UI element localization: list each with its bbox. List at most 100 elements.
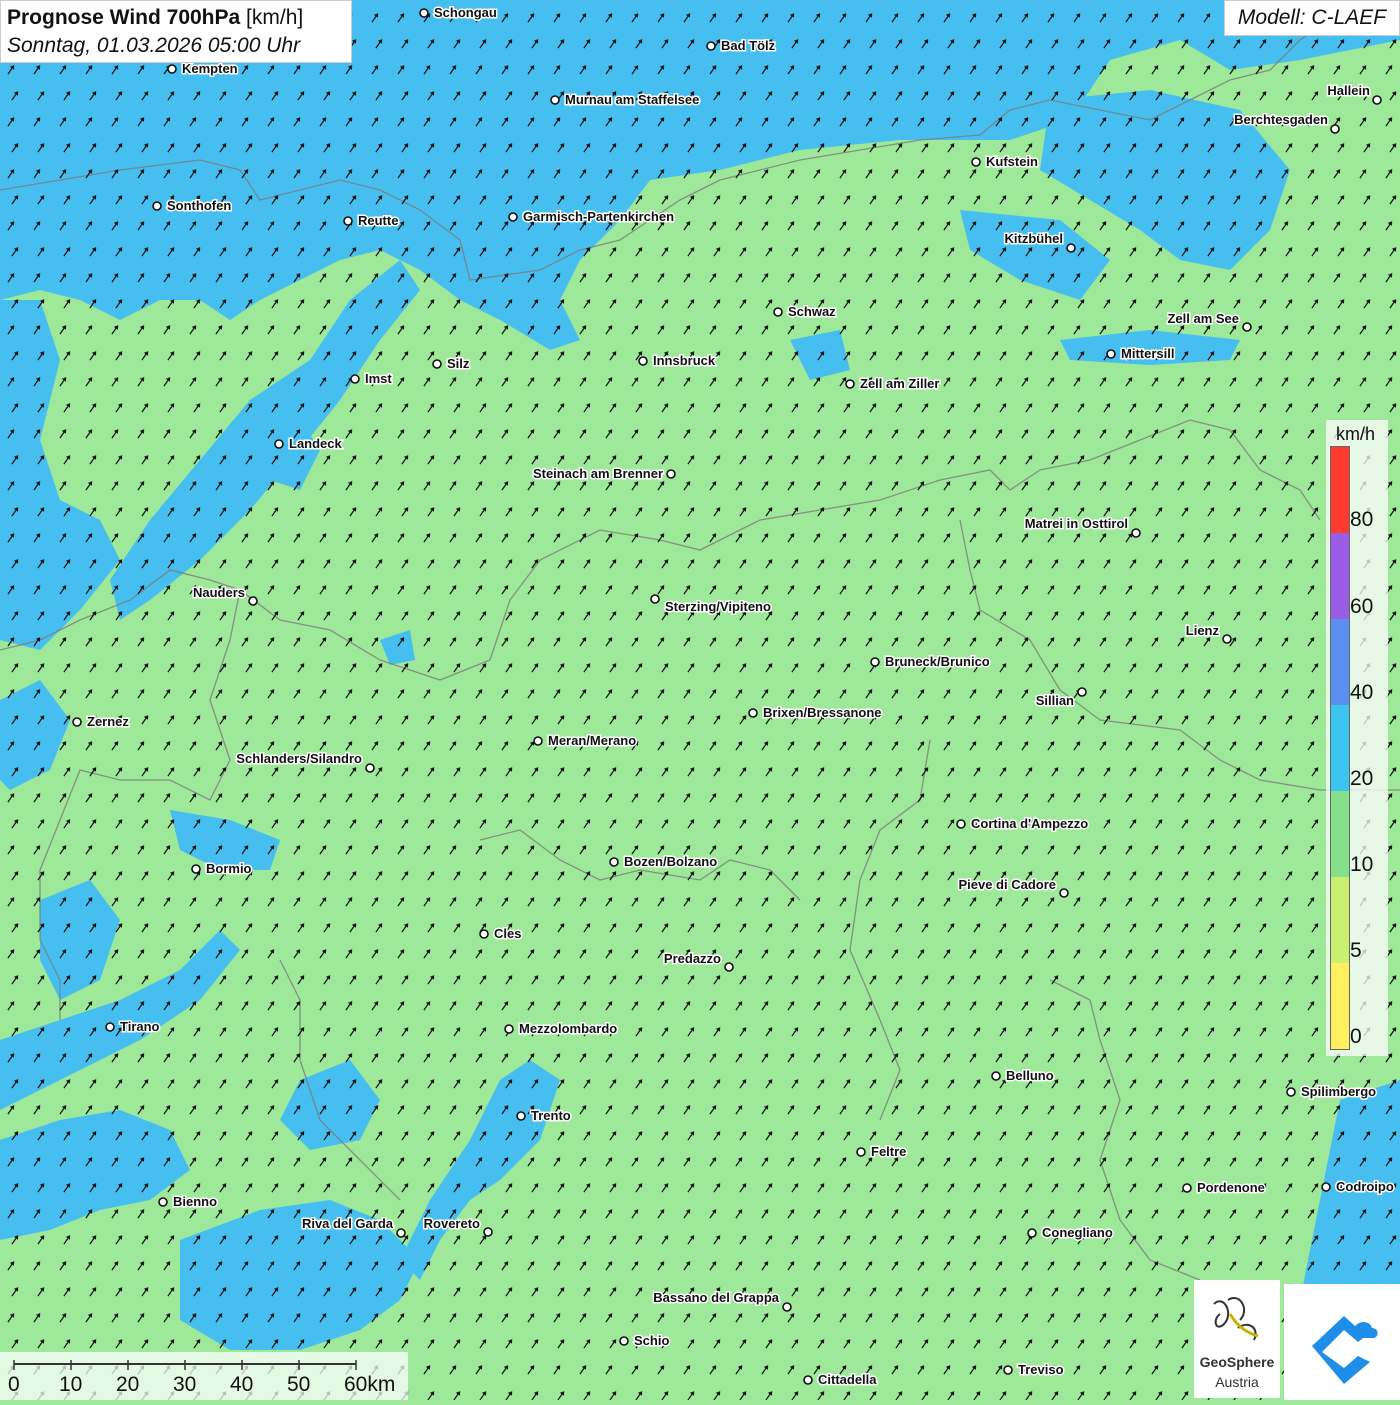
city-label: Feltre bbox=[871, 1144, 906, 1159]
city-dot bbox=[168, 65, 176, 73]
city-label: Innsbruck bbox=[653, 353, 716, 368]
city-label: Riva del Garda bbox=[302, 1216, 394, 1231]
city-label: Schlanders/Silandro bbox=[236, 751, 362, 766]
legend-label: 0 bbox=[1350, 1025, 1362, 1049]
map-title-main: Prognose Wind 700hPa bbox=[7, 6, 240, 29]
city-label: Brixen/Bressanone bbox=[763, 705, 882, 720]
city-label: Belluno bbox=[1006, 1068, 1054, 1083]
city-label: Murnau am Staffelsee bbox=[565, 92, 699, 107]
app-logo-icon bbox=[1284, 1284, 1400, 1400]
city-label: Schio bbox=[634, 1333, 669, 1348]
scale-label: 60km bbox=[344, 1373, 395, 1397]
city-marker: Murnau am Staffelsee bbox=[551, 92, 699, 107]
legend-color-segment bbox=[1331, 619, 1349, 705]
scale-label: 30 bbox=[173, 1373, 196, 1397]
city-marker: Bozen/Bolzano bbox=[610, 854, 717, 869]
forecast-datetime: Sonntag, 01.03.2026 05:00 Uhr bbox=[7, 32, 345, 60]
legend-label: 60 bbox=[1350, 595, 1373, 619]
city-dot bbox=[1132, 529, 1140, 537]
city-label: Cles bbox=[494, 926, 521, 941]
city-dot bbox=[1331, 125, 1339, 133]
city-dot bbox=[509, 213, 517, 221]
city-label: Pieve di Cadore bbox=[958, 877, 1056, 892]
city-dot bbox=[846, 380, 854, 388]
city-dot bbox=[783, 1303, 791, 1311]
city-dot bbox=[1243, 323, 1251, 331]
legend-unit: km/h bbox=[1336, 424, 1375, 445]
legend-color-segment bbox=[1331, 533, 1349, 619]
city-label: Sillian bbox=[1036, 693, 1074, 708]
legend-color-segment bbox=[1331, 877, 1349, 963]
logo-text-austria: Austria bbox=[1194, 1374, 1280, 1390]
city-marker: Zell am Ziller bbox=[846, 376, 939, 391]
logo-text-geosphere: GeoSphere bbox=[1194, 1354, 1280, 1370]
city-dot bbox=[667, 470, 675, 478]
city-marker: Bruneck/Brunico bbox=[871, 654, 990, 669]
city-label: Mezzolombardo bbox=[519, 1021, 617, 1036]
legend-color-segment bbox=[1331, 791, 1349, 877]
scale-label: 10 bbox=[59, 1373, 82, 1397]
city-dot bbox=[1107, 350, 1115, 358]
city-label: Predazzo bbox=[664, 951, 721, 966]
city-marker: Brixen/Bressanone bbox=[749, 705, 882, 720]
city-marker: Spilimbergo bbox=[1287, 1084, 1376, 1099]
city-label: Matrei in Osttirol bbox=[1025, 516, 1128, 531]
city-label: Nauders bbox=[193, 585, 245, 600]
city-label: Bienno bbox=[173, 1194, 217, 1209]
city-dot bbox=[551, 96, 559, 104]
city-dot bbox=[1028, 1229, 1036, 1237]
city-label: Treviso bbox=[1018, 1362, 1064, 1377]
city-dot bbox=[774, 308, 782, 316]
city-dot bbox=[707, 42, 715, 50]
city-dot bbox=[249, 597, 257, 605]
city-dot bbox=[1067, 244, 1075, 252]
wind-forecast-map[interactable]: Schongau Bad Tölz Kempten Murnau am Staffel… bbox=[0, 0, 1400, 1400]
city-dot bbox=[620, 1337, 628, 1345]
app-logo[interactable] bbox=[1284, 1284, 1400, 1400]
city-marker: Meran/Merano bbox=[534, 733, 636, 748]
city-label: Meran/Merano bbox=[548, 733, 636, 748]
city-dot bbox=[1004, 1366, 1012, 1374]
city-dot bbox=[610, 858, 618, 866]
city-marker: Garmisch-Partenkirchen bbox=[509, 209, 674, 224]
city-label: Silz bbox=[447, 356, 470, 371]
city-dot bbox=[153, 202, 161, 210]
city-dot bbox=[804, 1376, 812, 1384]
city-dot bbox=[351, 375, 359, 383]
city-dot bbox=[192, 865, 200, 873]
legend-color-segment bbox=[1331, 705, 1349, 791]
city-dot bbox=[159, 1198, 167, 1206]
city-marker: Cortina d'Ampezzo bbox=[957, 816, 1088, 831]
geosphere-logo[interactable]: GeoSphere Austria bbox=[1194, 1280, 1280, 1398]
city-dot bbox=[484, 1228, 492, 1236]
city-label: Schongau bbox=[434, 5, 497, 20]
city-dot bbox=[992, 1072, 1000, 1080]
legend-label: 40 bbox=[1350, 681, 1373, 705]
scale-bar: 0102030405060km bbox=[0, 1352, 408, 1400]
city-dot bbox=[1078, 688, 1086, 696]
city-label: Spilimbergo bbox=[1301, 1084, 1376, 1099]
city-dot bbox=[1060, 889, 1068, 897]
city-dot bbox=[505, 1025, 513, 1033]
city-label: Sonthofen bbox=[167, 198, 231, 213]
city-dot bbox=[344, 217, 352, 225]
city-dot bbox=[1322, 1183, 1330, 1191]
city-dot bbox=[366, 764, 374, 772]
city-label: Bad Tölz bbox=[721, 38, 776, 53]
city-label: Bozen/Bolzano bbox=[624, 854, 717, 869]
scale-label: 50 bbox=[287, 1373, 310, 1397]
city-label: Kempten bbox=[182, 61, 238, 76]
legend-color-segment bbox=[1331, 963, 1349, 1049]
legend-color-bar bbox=[1330, 446, 1350, 1050]
city-label: Codroipo bbox=[1336, 1179, 1394, 1194]
city-label: Sterzing/Vipiteno bbox=[665, 599, 771, 614]
city-label: Steinach am Brenner bbox=[533, 466, 663, 481]
city-label: Trento bbox=[531, 1108, 571, 1123]
city-dot bbox=[972, 158, 980, 166]
city-label: Reutte bbox=[358, 213, 398, 228]
scale-label: 20 bbox=[116, 1373, 139, 1397]
color-legend: km/h 806040201050 bbox=[1326, 420, 1388, 1056]
city-label: Lienz bbox=[1186, 623, 1220, 638]
legend-label: 10 bbox=[1350, 853, 1373, 877]
city-label: Conegliano bbox=[1042, 1225, 1113, 1240]
